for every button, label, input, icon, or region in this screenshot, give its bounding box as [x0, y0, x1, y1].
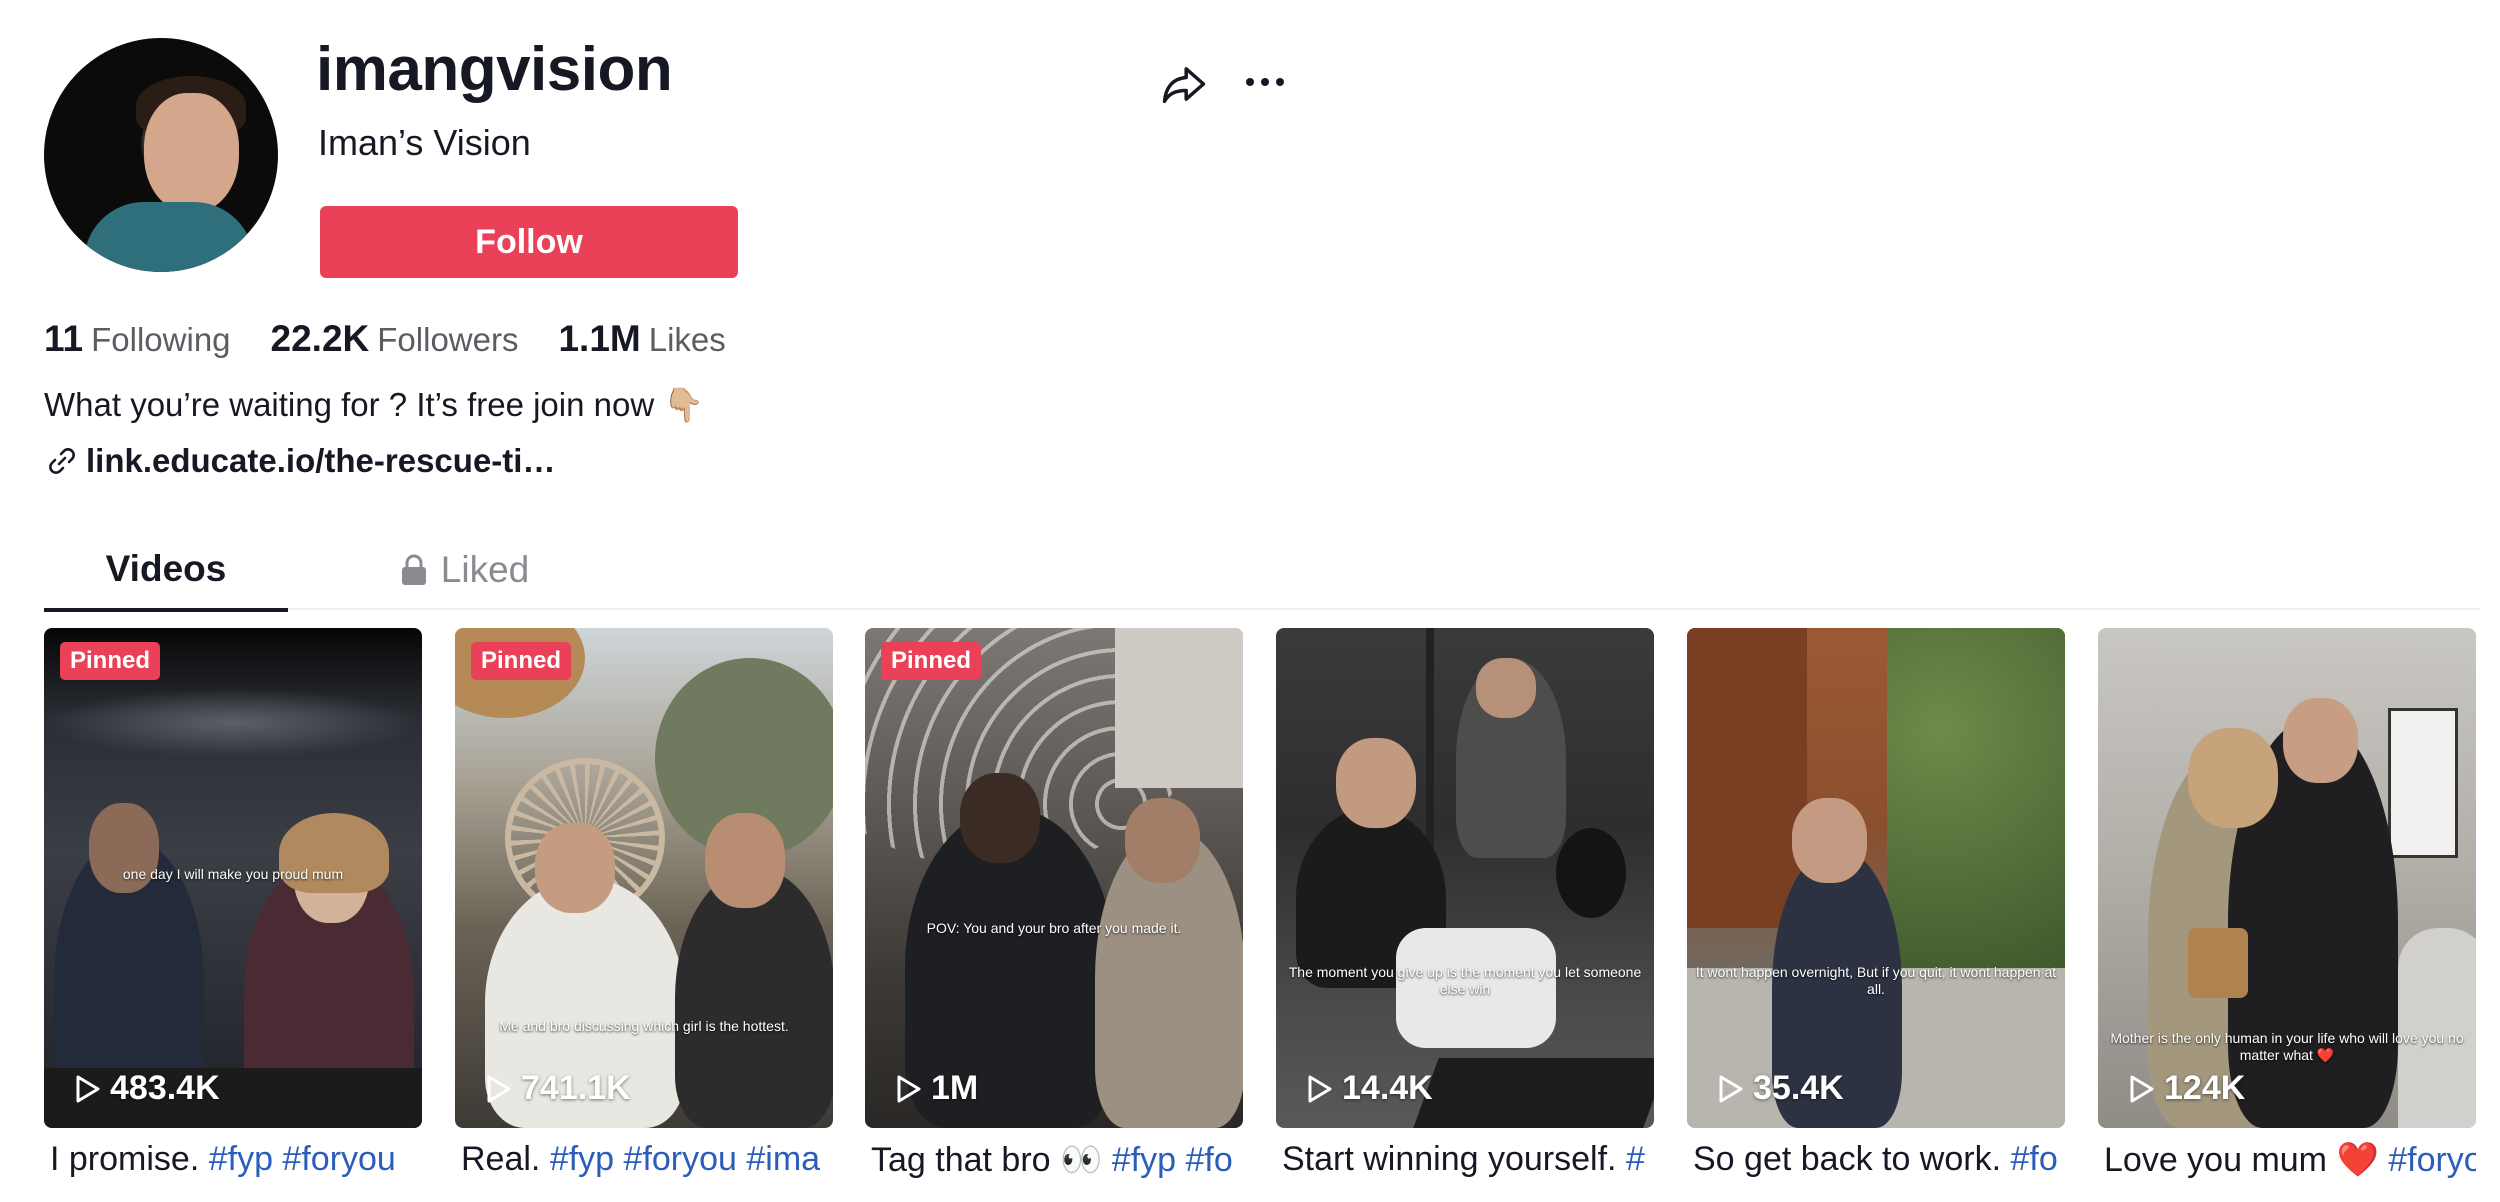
lock-icon — [401, 554, 426, 585]
play-count-value: 124K — [2164, 1069, 2246, 1107]
tab-liked-label: Liked — [440, 549, 530, 590]
caption-text: Start winning yourself. — [1282, 1140, 1626, 1178]
play-icon — [76, 1075, 100, 1102]
video-card[interactable]: POV: You and your bro after you made it.… — [865, 628, 1243, 1180]
video-overlay-text: It wont happen overnight, But if you qui… — [1695, 964, 2057, 997]
video-play-count: 124K — [2126, 1069, 2245, 1108]
video-caption[interactable]: Start winning yourself. # — [1276, 1140, 1654, 1179]
pinned-badge: Pinned — [881, 642, 982, 680]
play-count-value: 14.4K — [1342, 1069, 1433, 1107]
stat-following-value: 11 — [44, 318, 84, 359]
play-count-value: 741.1K — [521, 1069, 631, 1107]
stat-following-label: Following — [91, 321, 231, 358]
profile-username: imangvision — [316, 35, 673, 104]
video-overlay-text: Me and bro discussing which girl is the … — [499, 1018, 789, 1034]
play-icon — [1719, 1075, 1743, 1102]
video-play-count: 35.4K — [1715, 1069, 1844, 1108]
profile-link[interactable]: link.educate.io/the-rescue-ti… — [44, 442, 555, 480]
video-overlay-text: POV: You and your bro after you made it. — [926, 920, 1182, 936]
play-icon — [897, 1075, 921, 1102]
video-caption[interactable]: Tag that bro 👀 #fyp #fo — [865, 1140, 1243, 1180]
caption-text: So get back to work. — [1693, 1140, 2011, 1178]
video-caption[interactable]: I promise. #fyp #foryou — [44, 1140, 422, 1179]
caption-text: Tag that bro 👀 — [871, 1141, 1112, 1179]
link-icon — [49, 448, 75, 474]
video-play-count: 1M — [893, 1069, 978, 1108]
video-card[interactable]: Me and bro discussing which girl is the … — [455, 628, 833, 1179]
video-caption[interactable]: So get back to work. #fo — [1687, 1140, 2065, 1179]
caption-hashtags[interactable]: #fyp #foryou — [209, 1140, 396, 1178]
video-thumbnail[interactable]: Me and bro discussing which girl is the … — [455, 628, 833, 1128]
caption-hashtags[interactable]: # — [1626, 1140, 1645, 1178]
caption-text: Love you mum ❤️ — [2104, 1141, 2389, 1179]
stat-followers[interactable]: 22.2K Followers — [271, 318, 519, 360]
video-card[interactable]: It wont happen overnight, But if you qui… — [1687, 628, 2065, 1179]
stat-likes: 1.1M Likes — [558, 318, 725, 360]
profile-nickname: Iman’s Vision — [318, 122, 531, 163]
follow-button[interactable]: Follow — [320, 206, 738, 278]
play-count-value: 35.4K — [1753, 1069, 1844, 1107]
video-caption[interactable]: Real. #fyp #foryou #ima — [455, 1140, 833, 1179]
tab-liked[interactable]: Liked — [344, 530, 584, 610]
play-icon — [1308, 1075, 1332, 1102]
video-overlay-text: The moment you give up is the moment you… — [1288, 964, 1642, 997]
video-card[interactable]: The moment you give up is the moment you… — [1276, 628, 1654, 1179]
caption-hashtags[interactable]: #fyp #fo — [1112, 1141, 1233, 1179]
video-caption[interactable]: Love you mum ❤️ #foryo — [2098, 1140, 2476, 1180]
stat-followers-label: Followers — [377, 321, 519, 358]
stat-following[interactable]: 11 Following — [44, 318, 231, 360]
video-thumbnail[interactable]: one day I will make you proud mum Pinned… — [44, 628, 422, 1128]
video-play-count: 14.4K — [1304, 1069, 1433, 1108]
profile-bio: What you’re waiting for ? It’s free join… — [44, 386, 705, 423]
tab-videos[interactable]: Videos — [44, 530, 288, 612]
caption-hashtags[interactable]: #foryo — [2388, 1141, 2476, 1179]
caption-text: I promise. — [50, 1140, 209, 1178]
profile-avatar[interactable] — [44, 38, 278, 272]
video-card[interactable]: Mother is the only human in your life wh… — [2098, 628, 2476, 1180]
video-thumbnail[interactable]: The moment you give up is the moment you… — [1276, 628, 1654, 1128]
caption-hashtags[interactable]: #fyp #foryou #ima — [550, 1140, 820, 1178]
more-options-icon[interactable] — [1240, 60, 1290, 104]
play-icon — [2130, 1075, 2154, 1102]
pinned-badge: Pinned — [471, 642, 572, 680]
stat-likes-label: Likes — [648, 321, 726, 358]
video-thumbnail[interactable]: It wont happen overnight, But if you qui… — [1687, 628, 2065, 1128]
play-count-value: 1M — [931, 1069, 979, 1107]
caption-hashtags[interactable]: #fo — [2011, 1140, 2058, 1178]
video-thumbnail[interactable]: Mother is the only human in your life wh… — [2098, 628, 2476, 1128]
play-count-value: 483.4K — [110, 1069, 220, 1107]
profile-stats: 11 Following 22.2K Followers 1.1M Likes — [44, 318, 726, 360]
play-icon — [487, 1075, 511, 1102]
profile-tabs: Videos Liked — [44, 530, 2480, 612]
video-play-count: 483.4K — [72, 1069, 220, 1108]
video-play-count: 741.1K — [483, 1069, 631, 1108]
stat-likes-value: 1.1M — [558, 318, 641, 359]
video-thumbnail[interactable]: POV: You and your bro after you made it.… — [865, 628, 1243, 1128]
share-icon[interactable] — [1158, 58, 1210, 110]
stat-followers-value: 22.2K — [270, 318, 370, 359]
video-card[interactable]: one day I will make you proud mum Pinned… — [44, 628, 422, 1179]
video-overlay-text: Mother is the only human in your life wh… — [2110, 1030, 2464, 1063]
video-overlay-text: one day I will make you proud mum — [122, 866, 344, 882]
profile-link-text: link.educate.io/the-rescue-ti… — [86, 442, 556, 479]
caption-text: Real. — [461, 1140, 550, 1178]
pinned-badge: Pinned — [60, 642, 161, 680]
